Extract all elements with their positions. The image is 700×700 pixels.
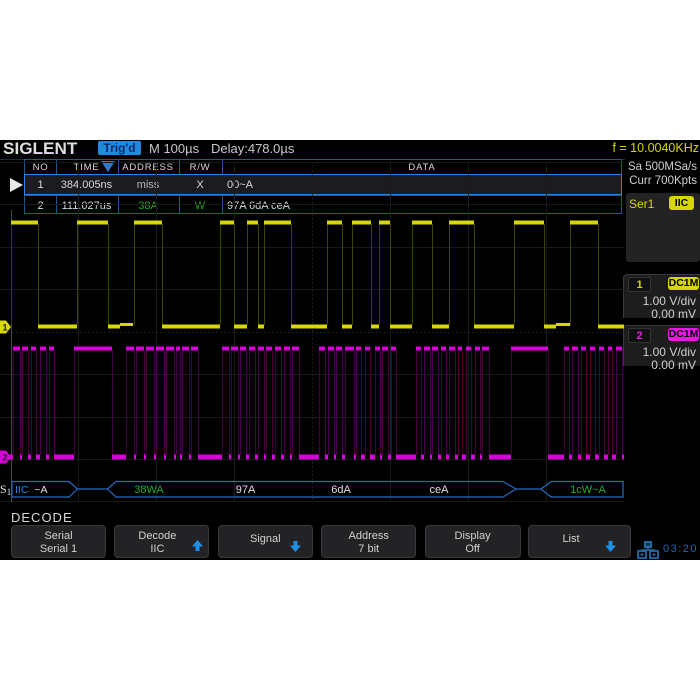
svg-text:38WA: 38WA bbox=[134, 484, 164, 496]
svg-text:~A: ~A bbox=[34, 484, 47, 496]
svg-text:1: 1 bbox=[3, 323, 8, 333]
svg-text:6dA: 6dA bbox=[331, 484, 351, 496]
svg-text:S1: S1 bbox=[0, 482, 11, 497]
svg-text:97A: 97A bbox=[236, 484, 256, 496]
svg-text:IIC: IIC bbox=[15, 484, 29, 496]
svg-text:1cW~A: 1cW~A bbox=[570, 484, 606, 496]
svg-text:ceA: ceA bbox=[430, 484, 450, 496]
svg-text:2: 2 bbox=[3, 453, 8, 463]
